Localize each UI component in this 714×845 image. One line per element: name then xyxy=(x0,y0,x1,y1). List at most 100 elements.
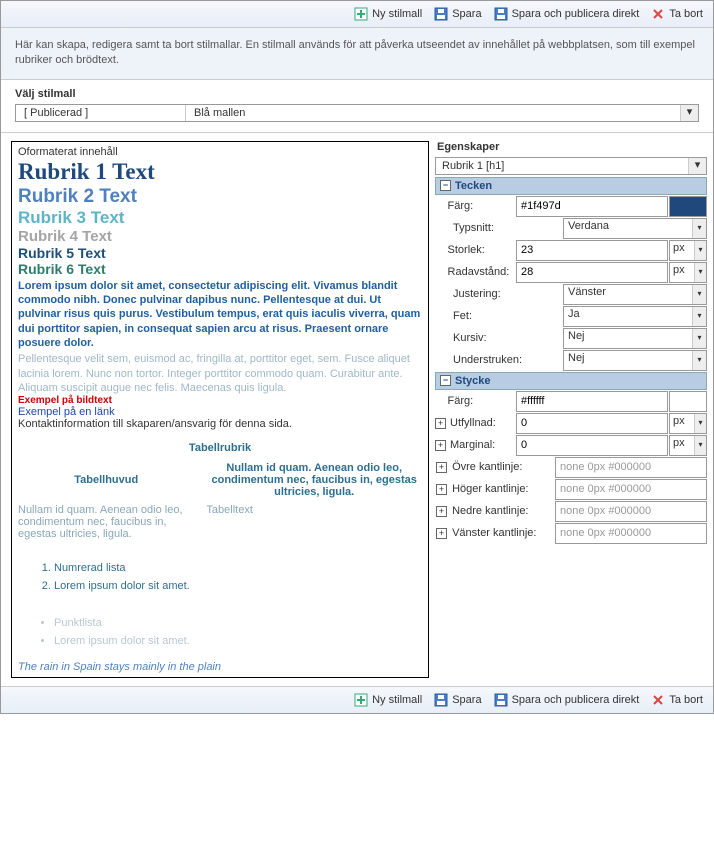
prop-label: Kursiv: xyxy=(449,328,563,349)
prop-bold: Fet: Ja▾ xyxy=(435,306,707,327)
prop-label: Utfyllnad: xyxy=(446,413,516,434)
bold-select[interactable]: Ja▾ xyxy=(563,306,707,327)
bgcolor-input[interactable] xyxy=(516,391,668,412)
padding-input[interactable] xyxy=(516,413,668,434)
lineheight-input[interactable] xyxy=(516,262,668,283)
plus-icon xyxy=(354,7,368,21)
unit-select[interactable]: px▾ xyxy=(669,240,707,261)
expand-icon[interactable]: + xyxy=(435,440,446,451)
unformatted-text: Oformaterat innehåll xyxy=(18,146,422,158)
prop-label: Fet: xyxy=(449,306,563,327)
disk-publish-icon xyxy=(494,7,508,21)
unit-select[interactable]: px▾ xyxy=(669,413,707,434)
x-icon xyxy=(651,7,665,21)
properties-title: Egenskaper xyxy=(435,141,707,153)
expand-icon[interactable]: + xyxy=(436,462,447,473)
group-tecken[interactable]: − Tecken xyxy=(435,177,707,195)
disk-icon xyxy=(434,7,448,21)
toolbar-top: Ny stilmall Spara Spara och publicera di… xyxy=(1,1,713,28)
save-button[interactable]: Spara xyxy=(434,693,481,707)
font-select[interactable]: Verdana▾ xyxy=(563,218,707,239)
chevron-down-icon: ▾ xyxy=(694,436,706,455)
prop-color: Färg: xyxy=(435,196,707,217)
plus-icon xyxy=(354,693,368,707)
properties-pane: Egenskaper Rubrik 1 [h1] ▾ − Tecken Färg… xyxy=(435,141,707,678)
list-item: Numrerad lista xyxy=(54,560,422,578)
delete-label: Ta bort xyxy=(669,8,703,20)
margin-input[interactable] xyxy=(516,435,668,456)
border-left-input[interactable] xyxy=(555,523,707,544)
size-input[interactable] xyxy=(516,240,668,261)
contact-text: Kontaktinformation till skaparen/ansvari… xyxy=(18,418,422,430)
prop-italic: Kursiv: Nej▾ xyxy=(435,328,707,349)
prop-align: Justering: Vänster▾ xyxy=(435,284,707,305)
prop-padding: + Utfyllnad: px▾ xyxy=(435,413,707,434)
chevron-down-icon: ▾ xyxy=(694,241,706,260)
footer-text: The rain in Spain stays mainly in the pl… xyxy=(18,661,422,673)
chevron-down-icon: ▾ xyxy=(694,263,706,282)
prop-underline: Understruken: Nej▾ xyxy=(435,350,707,371)
heading-4: Rubrik 4 Text xyxy=(18,228,422,245)
expand-icon[interactable]: + xyxy=(435,418,446,429)
selector-status: [ Publicerad ] xyxy=(16,105,186,121)
heading-6: Rubrik 6 Text xyxy=(18,261,422,277)
chevron-down-icon: ▾ xyxy=(688,158,706,174)
collapse-icon[interactable]: − xyxy=(440,375,451,386)
delete-button[interactable]: Ta bort xyxy=(651,693,703,707)
prop-label: Radavstånd: xyxy=(444,262,516,283)
prop-label: Nedre kantlinje: xyxy=(448,501,555,522)
expand-icon[interactable]: + xyxy=(436,484,447,495)
table-header: Tabellrubrik xyxy=(18,442,422,454)
body-text: Lorem ipsum dolor sit amet, consectetur … xyxy=(18,279,422,350)
border-right-input[interactable] xyxy=(555,479,707,500)
save-button[interactable]: Spara xyxy=(434,7,481,21)
prop-lineheight: Radavstånd: px▾ xyxy=(435,262,707,283)
preview-pane: Oformaterat innehåll Rubrik 1 Text Rubri… xyxy=(11,141,429,678)
group-label: Stycke xyxy=(455,375,490,387)
expand-icon[interactable]: + xyxy=(436,506,447,517)
color-swatch[interactable] xyxy=(669,391,707,412)
disk-publish-icon xyxy=(494,693,508,707)
prop-label: Övre kantlinje: xyxy=(448,457,555,478)
description-text: Här kan skapa, redigera samt ta bort sti… xyxy=(1,28,713,80)
prop-label: Understruken: xyxy=(449,350,563,371)
stylesheet-select[interactable]: [ Publicerad ] Blå mallen ▾ xyxy=(15,104,699,122)
unit-select[interactable]: px▾ xyxy=(669,262,707,283)
element-value: Rubrik 1 [h1] xyxy=(436,158,688,174)
expand-icon[interactable]: + xyxy=(436,528,447,539)
color-input[interactable] xyxy=(516,196,668,217)
border-bottom-input[interactable] xyxy=(555,501,707,522)
underline-select[interactable]: Nej▾ xyxy=(563,350,707,371)
main-area: Oformaterat innehåll Rubrik 1 Text Rubri… xyxy=(1,133,713,686)
collapse-icon[interactable]: − xyxy=(440,180,451,191)
border-top-input[interactable] xyxy=(555,457,707,478)
new-stylesheet-button[interactable]: Ny stilmall xyxy=(354,693,422,707)
group-stycke[interactable]: − Stycke xyxy=(435,372,707,390)
delete-button[interactable]: Ta bort xyxy=(651,7,703,21)
new-stylesheet-button[interactable]: Ny stilmall xyxy=(354,7,422,21)
table-row-body: Nullam id quam. Aenean odio leo, condime… xyxy=(18,504,422,540)
color-swatch[interactable] xyxy=(669,196,707,217)
unit-select[interactable]: px▾ xyxy=(669,435,707,456)
align-select[interactable]: Vänster▾ xyxy=(563,284,707,305)
table-head-cell: Tabellhuvud xyxy=(18,474,194,486)
publish-button[interactable]: Spara och publicera direkt xyxy=(494,693,640,707)
prop-border-top: + Övre kantlinje: xyxy=(435,457,707,478)
save-label: Spara xyxy=(452,8,481,20)
table-cell-b: Nullam id quam. Aenean odio leo, condime… xyxy=(18,504,194,540)
element-select[interactable]: Rubrik 1 [h1] ▾ xyxy=(435,157,707,175)
publish-button[interactable]: Spara och publicera direkt xyxy=(494,7,640,21)
list-item: Lorem ipsum dolor sit amet. xyxy=(54,633,422,651)
app-window: Ny stilmall Spara Spara och publicera di… xyxy=(0,0,714,714)
chevron-down-icon: ▾ xyxy=(694,414,706,433)
prop-font: Typsnitt: Verdana▾ xyxy=(435,218,707,239)
prop-bgcolor: Färg: xyxy=(435,391,707,412)
heading-5: Rubrik 5 Text xyxy=(18,245,422,261)
prop-margin: + Marginal: px▾ xyxy=(435,435,707,456)
prop-label: Höger kantlinje: xyxy=(448,479,555,500)
table-row-head: Tabellhuvud Nullam id quam. Aenean odio … xyxy=(18,462,422,498)
chevron-down-icon: ▾ xyxy=(692,307,706,326)
table-cell-a: Nullam id quam. Aenean odio leo, condime… xyxy=(206,462,422,498)
italic-select[interactable]: Nej▾ xyxy=(563,328,707,349)
unordered-list: Punktlista Lorem ipsum dolor sit amet. xyxy=(54,615,422,650)
